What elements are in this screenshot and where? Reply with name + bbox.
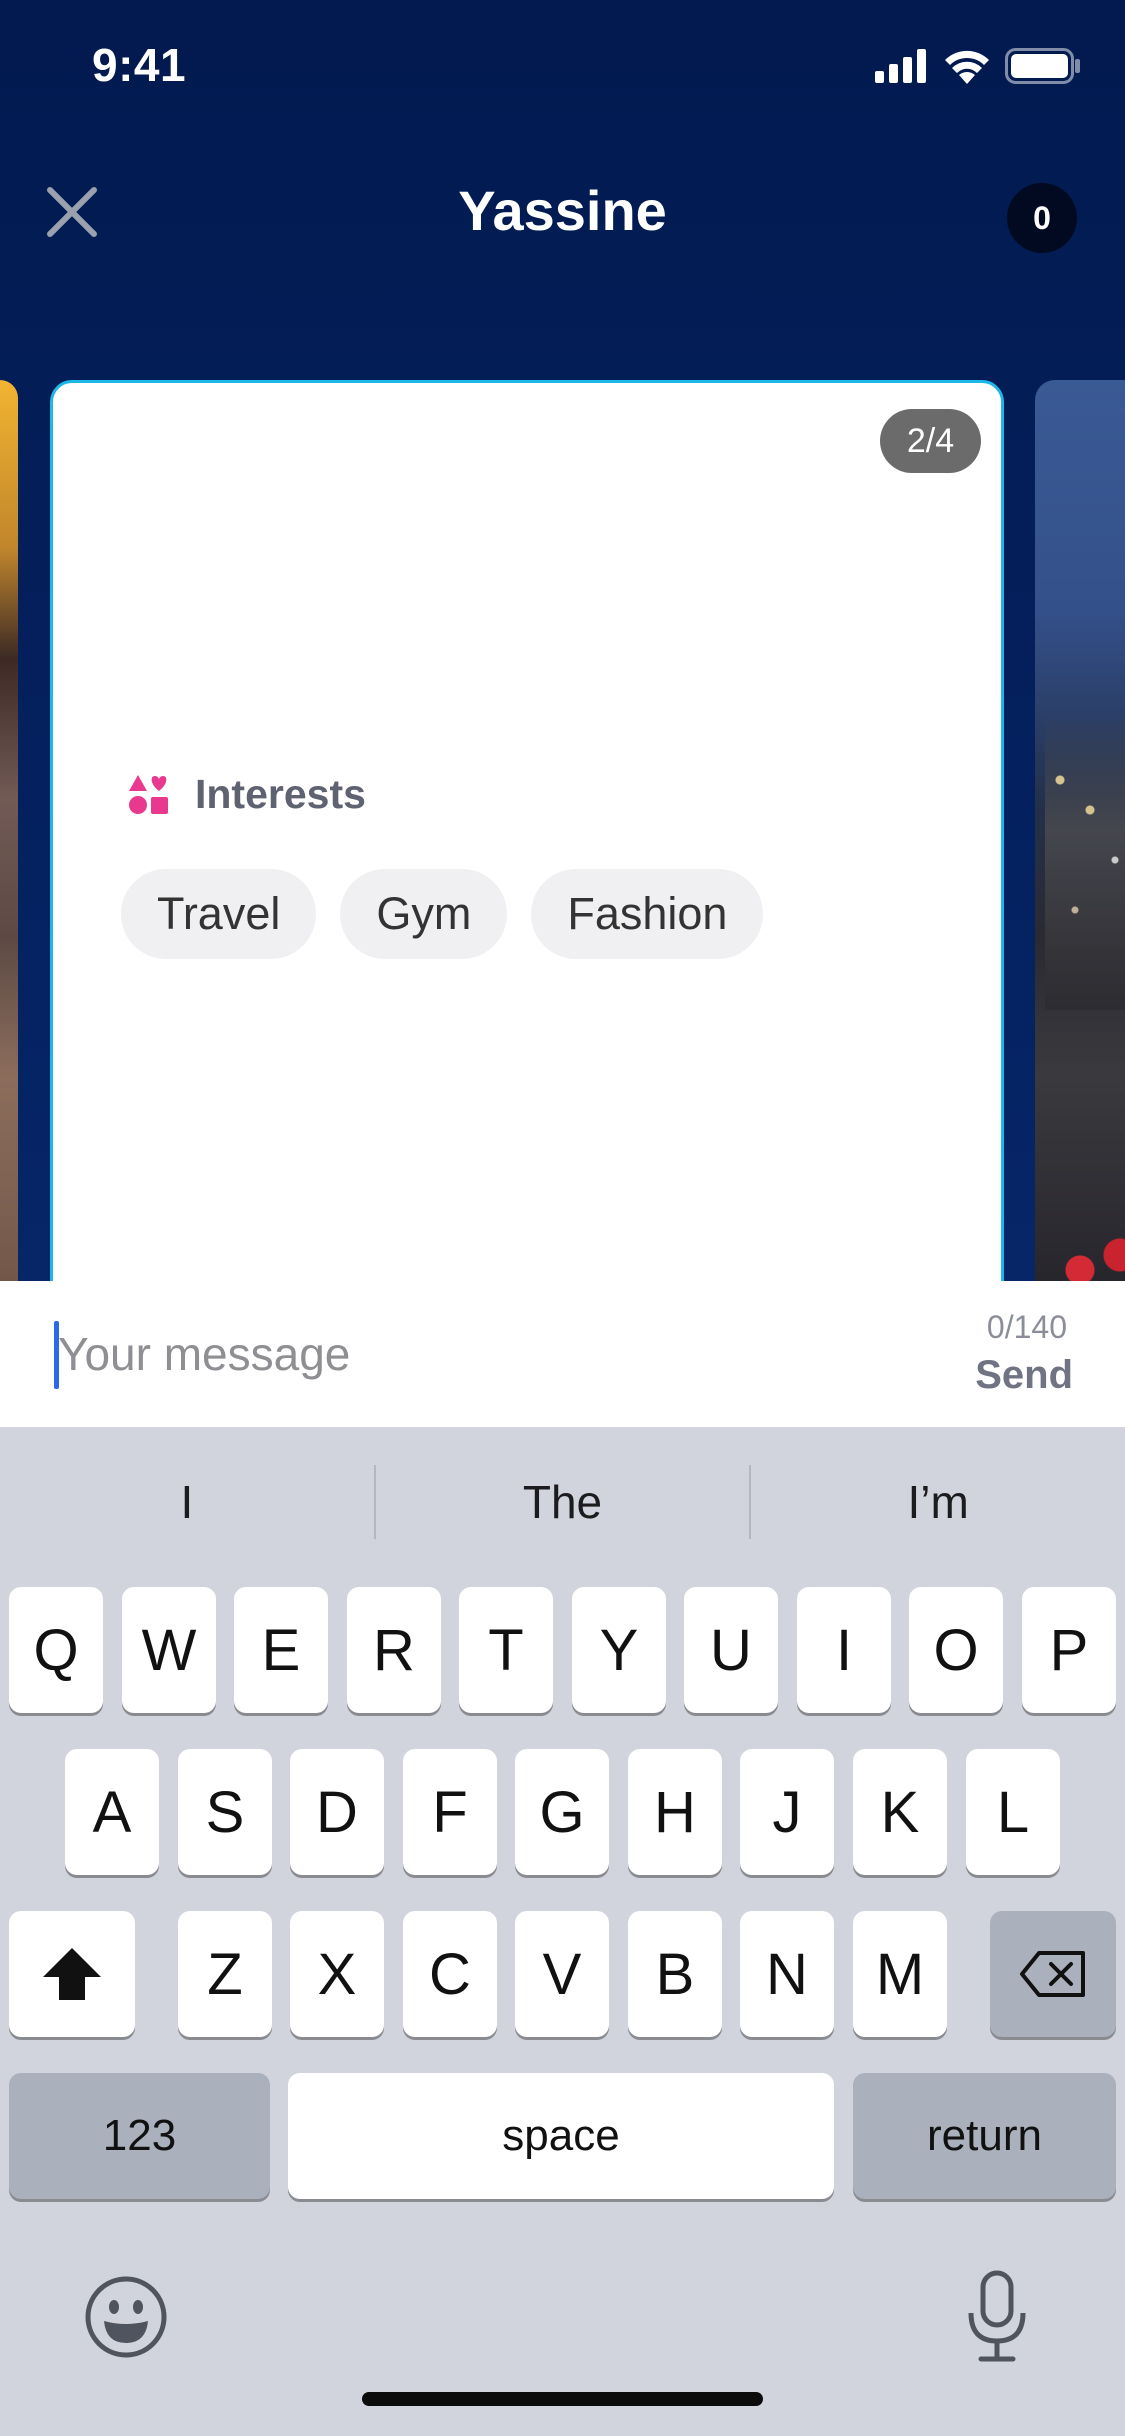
key-j[interactable]: J	[740, 1749, 834, 1875]
shift-icon	[43, 1948, 101, 2000]
key-h[interactable]: H	[628, 1749, 722, 1875]
delete-key[interactable]	[990, 1911, 1116, 2037]
cellular-signal-icon	[875, 49, 926, 83]
suggestion-item[interactable]: The	[376, 1475, 750, 1529]
key-u[interactable]: U	[684, 1587, 778, 1713]
status-time: 9:41	[92, 39, 187, 91]
emoji-icon	[85, 2276, 167, 2358]
dictation-button[interactable]	[965, 2269, 1029, 2365]
key-l[interactable]: L	[966, 1749, 1060, 1875]
interest-chip[interactable]: Gym	[340, 869, 508, 959]
interests-header: Interests	[128, 771, 366, 818]
status-bar: 9:41	[0, 0, 1125, 135]
status-icons	[875, 48, 1081, 84]
key-f[interactable]: F	[403, 1749, 497, 1875]
message-input[interactable]	[58, 1311, 878, 1397]
suggestion-item[interactable]: I’m	[751, 1475, 1125, 1529]
key-w[interactable]: W	[122, 1587, 216, 1713]
key-v[interactable]: V	[515, 1911, 609, 2037]
key-m[interactable]: M	[853, 1911, 947, 2037]
profile-card[interactable]: 2/4 Interests Travel Gym Fashion	[50, 380, 1004, 1281]
suggestion-item[interactable]: I	[0, 1475, 374, 1529]
key-g[interactable]: G	[515, 1749, 609, 1875]
key-e[interactable]: E	[234, 1587, 328, 1713]
battery-icon	[1005, 48, 1080, 84]
interests-title: Interests	[195, 771, 366, 817]
key-p[interactable]: P	[1022, 1587, 1116, 1713]
home-indicator	[362, 2392, 763, 2406]
microphone-icon	[968, 2270, 1026, 2362]
send-button[interactable]: Send	[975, 1353, 1073, 1398]
interests-icon	[129, 774, 168, 814]
previous-card-preview[interactable]	[0, 380, 18, 1281]
key-r[interactable]: R	[347, 1587, 441, 1713]
key-i[interactable]: I	[797, 1587, 891, 1713]
page-title: Yassine	[458, 179, 667, 242]
interest-chips: Travel Gym Fashion	[121, 869, 764, 959]
suggestion-bar: I The I’m	[0, 1427, 1125, 1577]
character-count: 0/140	[986, 1309, 1067, 1345]
backspace-icon	[1020, 1951, 1085, 1997]
message-bar: 0/140 Send	[0, 1281, 1125, 1427]
key-z[interactable]: Z	[178, 1911, 272, 2037]
key-d[interactable]: D	[290, 1749, 384, 1875]
key-x[interactable]: X	[290, 1911, 384, 2037]
keyboard: I The I’m Q W E R T Y U I O P A S D F G …	[0, 1427, 1125, 2436]
key-k[interactable]: K	[853, 1749, 947, 1875]
key-y[interactable]: Y	[572, 1587, 666, 1713]
wifi-icon	[945, 50, 989, 84]
numbers-key[interactable]: 123	[9, 2073, 270, 2199]
key-n[interactable]: N	[740, 1911, 834, 2037]
key-q[interactable]: Q	[9, 1587, 103, 1713]
key-t[interactable]: T	[459, 1587, 553, 1713]
key-c[interactable]: C	[403, 1911, 497, 2037]
key-o[interactable]: O	[909, 1587, 1003, 1713]
counter-badge[interactable]: 0	[1007, 183, 1077, 253]
return-key[interactable]: return	[853, 2073, 1116, 2199]
flowers-photo	[1040, 1210, 1125, 1281]
key-b[interactable]: B	[628, 1911, 722, 2037]
page-indicator: 2/4	[880, 409, 981, 473]
key-s[interactable]: S	[178, 1749, 272, 1875]
interest-chip[interactable]: Travel	[121, 869, 317, 959]
profile-view: 9:41 Yassine 0 2/4 Interests Travel Gym …	[0, 0, 1125, 1281]
emoji-button[interactable]	[84, 2275, 168, 2359]
interest-chip[interactable]: Fashion	[531, 869, 764, 959]
next-card-preview[interactable]	[1035, 380, 1125, 1281]
space-key[interactable]: space	[288, 2073, 834, 2199]
city-lights-photo	[1045, 710, 1125, 1010]
key-a[interactable]: A	[65, 1749, 159, 1875]
shift-key[interactable]	[9, 1911, 135, 2037]
